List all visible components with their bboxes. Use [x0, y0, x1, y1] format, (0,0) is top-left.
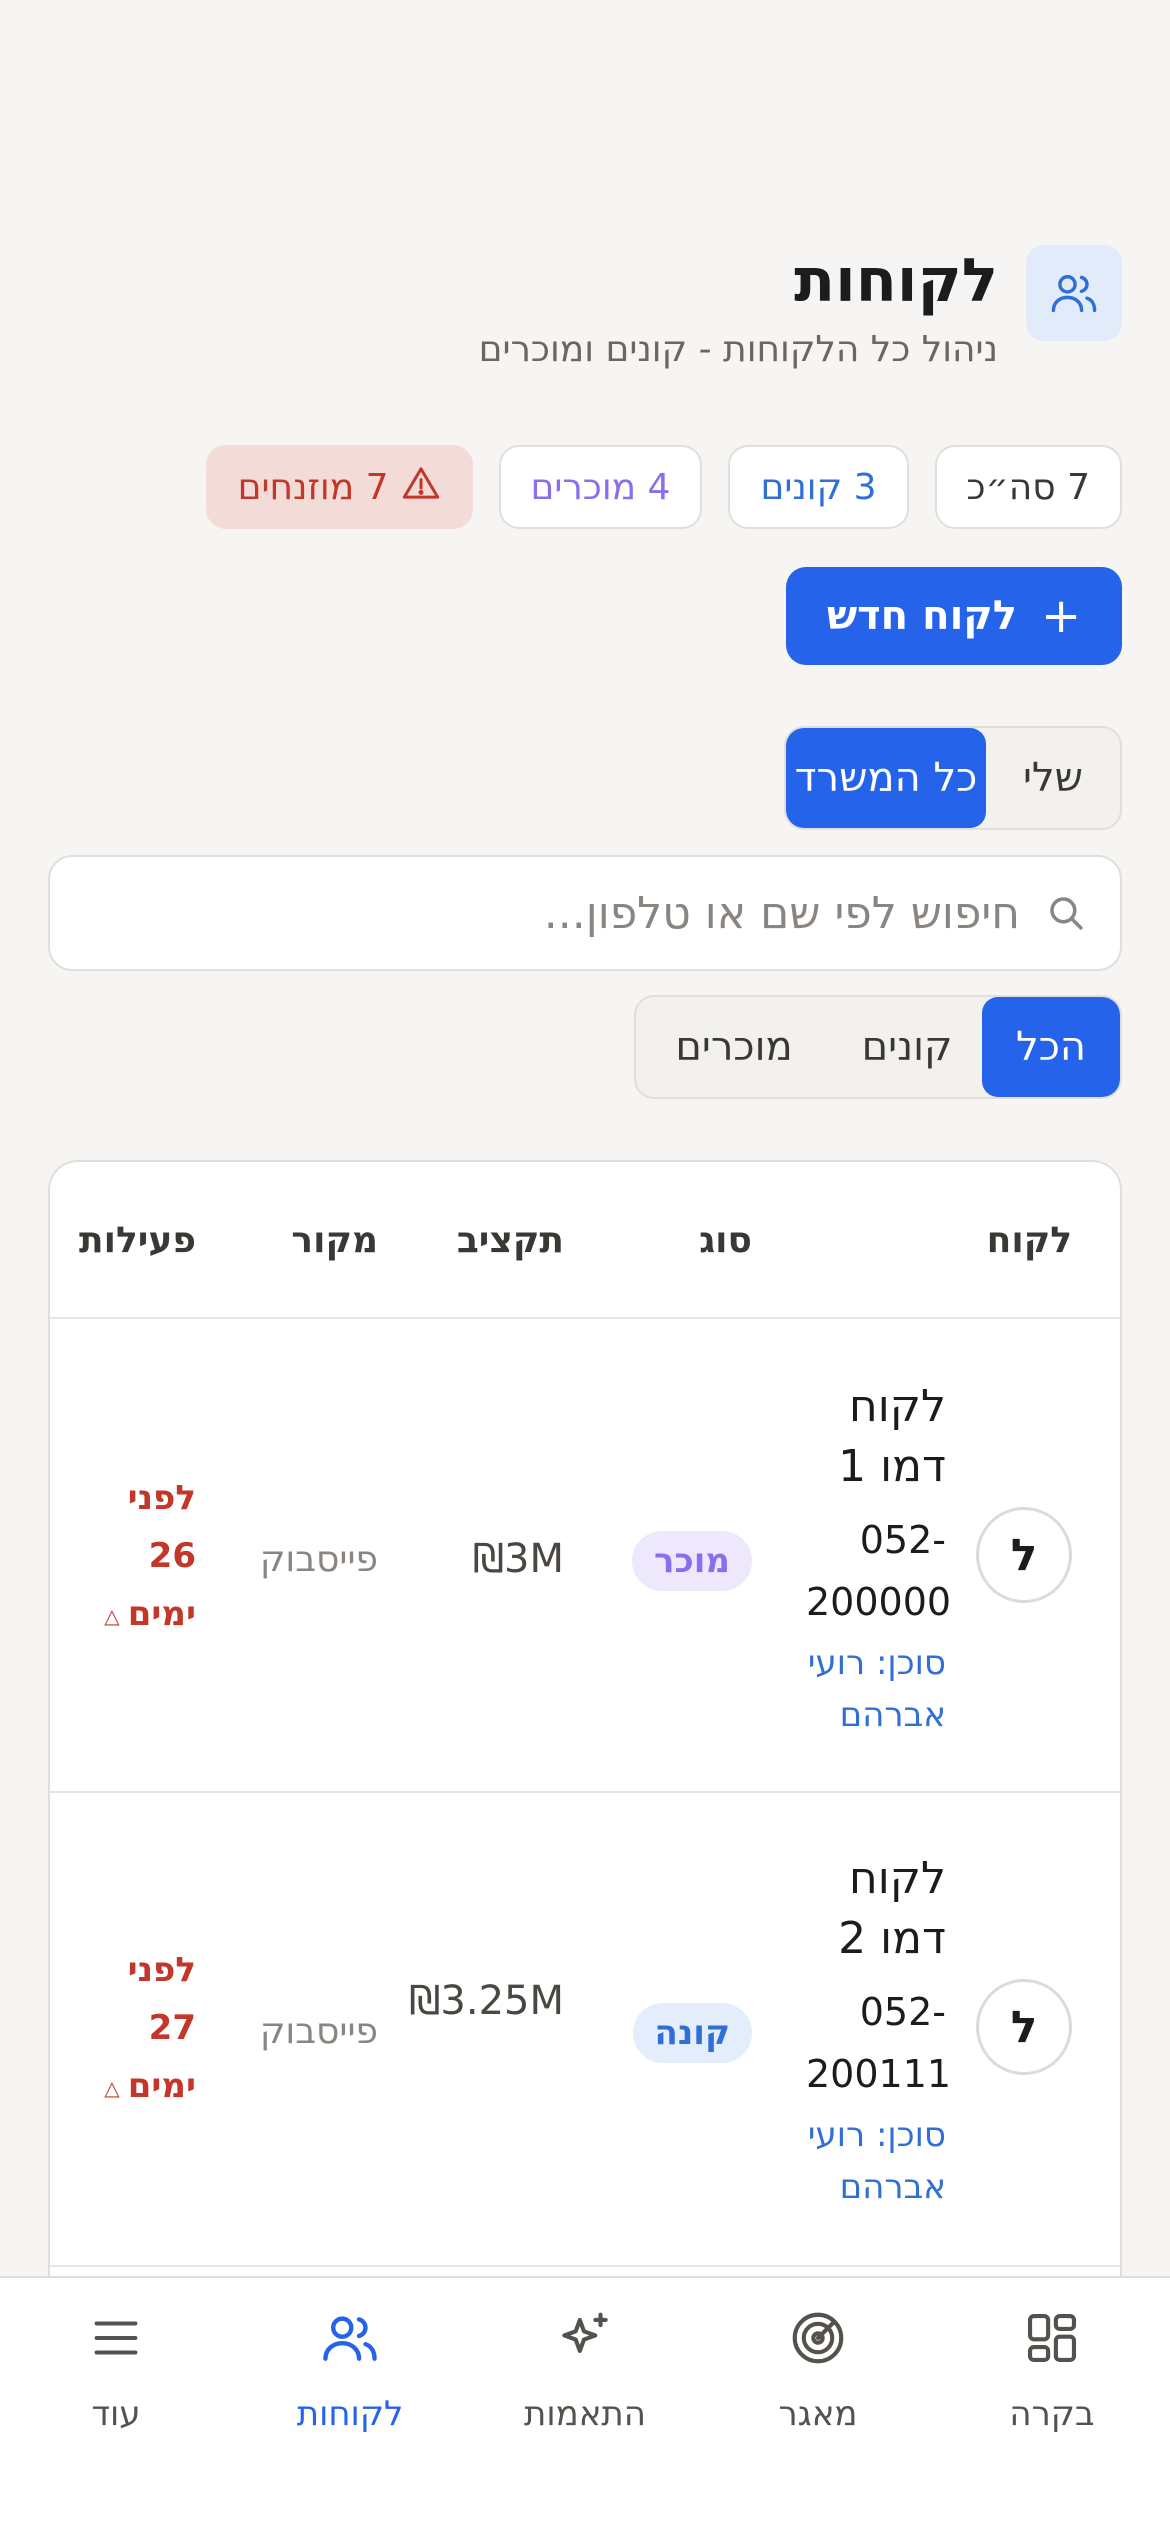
- users-icon: [314, 2302, 386, 2374]
- search-icon: [1042, 889, 1090, 937]
- client-budget: ₪3.25M: [409, 1978, 564, 2024]
- nav-item-more[interactable]: עוד: [16, 2302, 216, 2462]
- nav-item-dashboard[interactable]: בקרה: [952, 2302, 1152, 2462]
- page-subtitle: ניהול כל הלקוחות - קונים ומוכרים: [478, 329, 998, 370]
- column-header-activity[interactable]: פעילות: [79, 1220, 196, 1261]
- column-header-budget[interactable]: תקציב: [457, 1220, 564, 1261]
- filter-buyers-tab[interactable]: קונים: [832, 997, 982, 1097]
- type-badge-buyer: קונה: [632, 2003, 752, 2063]
- stat-neglected-chip[interactable]: 7 מוזנחים: [205, 445, 473, 529]
- nav-label: בקרה: [1009, 2394, 1095, 2434]
- stat-sellers-chip[interactable]: 4 מוכרים: [498, 445, 703, 529]
- client-agent: סוכן: רועי אברהם: [807, 1643, 946, 1735]
- nav-label: מאגר: [778, 2394, 858, 2434]
- filter-sellers-tab[interactable]: מוכרים: [636, 997, 832, 1097]
- type-filter: הכל קונים מוכרים: [634, 995, 1122, 1099]
- search-placeholder: חיפוש לפי שם או טלפון...: [543, 887, 1020, 939]
- filter-all-tab[interactable]: הכל: [982, 997, 1120, 1097]
- client-source: פייסבוק: [259, 1539, 378, 1580]
- stat-neglected-label: 7 מוזנחים: [237, 466, 389, 508]
- client-phone[interactable]: 052-200111: [806, 1981, 951, 2105]
- clients-table: לקוח סוג תקציב מקור פעילות ל לקוח דמו 1 …: [48, 1160, 1122, 2360]
- stat-sellers-label: 4 מוכרים: [530, 466, 671, 508]
- client-activity: לפני 26 ימים △: [76, 1469, 196, 1645]
- column-header-type[interactable]: סוג: [699, 1220, 752, 1261]
- type-badge-seller: מוכר: [631, 1531, 752, 1591]
- scope-all-office-tab[interactable]: כל המשרד: [786, 728, 986, 828]
- radar-icon: [782, 2302, 854, 2374]
- nav-item-inventory[interactable]: מאגר: [718, 2302, 918, 2462]
- menu-icon: [80, 2302, 152, 2374]
- client-source: פייסבוק: [259, 2011, 378, 2052]
- warning-icon: △: [104, 2075, 120, 2100]
- page-header: לקוחות ניהול כל הלקוחות - קונים ומוכרים: [48, 245, 1122, 385]
- scope-mine-tab[interactable]: שלי: [986, 728, 1120, 828]
- scope-toggle: שלי כל המשרד: [784, 726, 1122, 830]
- stat-total-chip[interactable]: 7 סה״כ: [934, 445, 1122, 529]
- stats-chips: 7 סה״כ 3 קונים 4 מוכרים 7 מוזנחים: [205, 445, 1122, 529]
- sparkle-icon: [549, 2302, 621, 2374]
- avatar: ל: [976, 1507, 1072, 1603]
- clients-page: לקוחות ניהול כל הלקוחות - קונים ומוכרים …: [0, 0, 1170, 2532]
- new-client-label: לקוח חדש: [826, 593, 1017, 639]
- nav-label: לקוחות: [296, 2394, 404, 2434]
- client-activity: לפני 27 ימים △: [76, 1941, 196, 2117]
- stat-total-label: 7 סה״כ: [966, 466, 1090, 508]
- avatar: ל: [976, 1979, 1072, 2075]
- column-header-client[interactable]: לקוח: [987, 1220, 1072, 1261]
- table-row[interactable]: ל לקוח דמו 1 052-200000 סוכן: רועי אברהם…: [50, 1319, 1120, 1793]
- client-budget: ₪3M: [472, 1536, 564, 1582]
- client-name[interactable]: לקוח דמו 2: [806, 1849, 946, 1969]
- activity-text: לפני 26 ימים: [127, 1478, 196, 1634]
- nav-label: התאמות: [524, 2394, 646, 2434]
- nav-item-clients[interactable]: לקוחות: [250, 2302, 450, 2462]
- bottom-nav: עוד לקוחות התאמות מאגר בקרה: [0, 2276, 1170, 2532]
- search-input[interactable]: חיפוש לפי שם או טלפון...: [48, 855, 1122, 971]
- new-client-button[interactable]: + לקוח חדש: [786, 567, 1122, 665]
- activity-text: לפני 27 ימים: [127, 1950, 196, 2106]
- grid-icon: [1016, 2302, 1088, 2374]
- client-agent: סוכן: רועי אברהם: [807, 2115, 946, 2207]
- column-header-source[interactable]: מקור: [291, 1220, 378, 1261]
- client-name[interactable]: לקוח דמו 1: [806, 1377, 946, 1497]
- plus-icon: +: [1040, 588, 1082, 644]
- stat-buyers-chip[interactable]: 3 קונים: [728, 445, 909, 529]
- table-row[interactable]: ל לקוח דמו 2 052-200111 סוכן: רועי אברהם…: [50, 1793, 1120, 2267]
- table-header: לקוח סוג תקציב מקור פעילות: [50, 1162, 1120, 1319]
- warning-icon: △: [104, 1603, 120, 1628]
- nav-label: עוד: [91, 2394, 141, 2434]
- nav-item-matches[interactable]: התאמות: [485, 2302, 685, 2462]
- users-icon: [1026, 245, 1122, 341]
- client-phone[interactable]: 052-200000: [806, 1509, 951, 1633]
- stat-buyers-label: 3 קונים: [760, 466, 877, 508]
- warning-icon: [401, 463, 441, 512]
- page-title: לקוחות: [794, 246, 998, 316]
